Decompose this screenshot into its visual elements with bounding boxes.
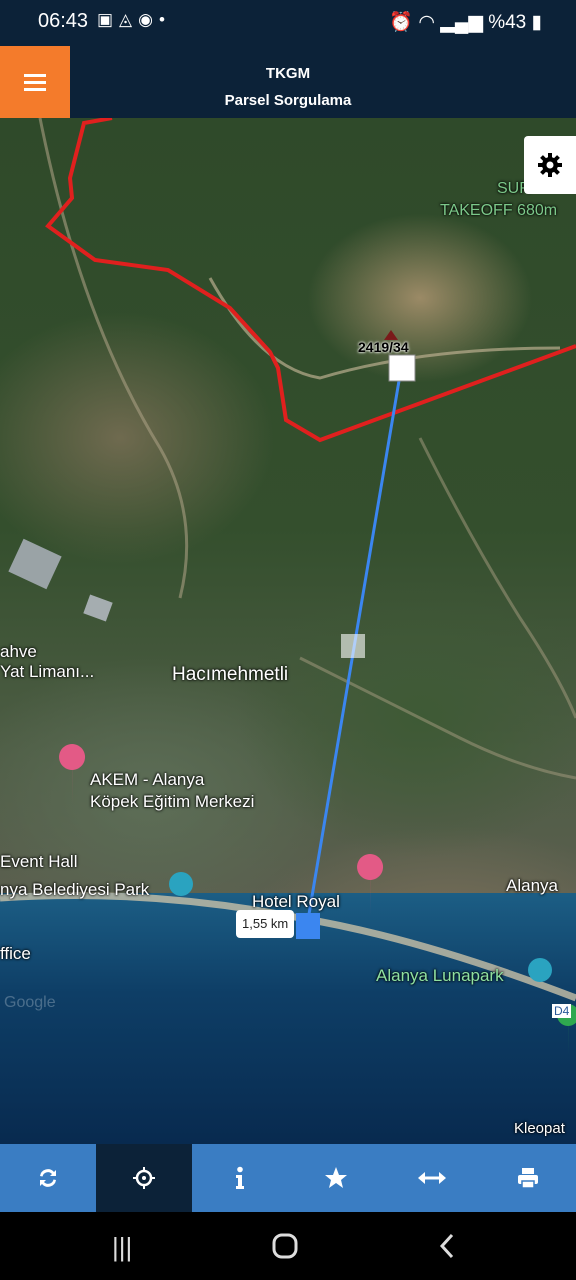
road [208, 277, 561, 380]
bottom-toolbar [0, 1144, 576, 1212]
map-label: Event Hall [0, 852, 78, 871]
road-sign: D4 [552, 1004, 572, 1018]
map-attribution: Google [4, 994, 56, 1011]
map-label: ahve [0, 642, 37, 661]
wifi-icon: ◠ [418, 12, 435, 33]
lunapark-map-pin [528, 958, 552, 982]
info-button[interactable] [192, 1144, 288, 1212]
building [8, 538, 62, 590]
map-label: Kleopat [514, 1120, 565, 1137]
status-right: ⏰ ◠ ▂▄▆ %43 ▮ [389, 10, 542, 34]
refresh-button[interactable] [0, 1144, 96, 1212]
home-icon [272, 1233, 298, 1259]
home-button[interactable] [271, 1232, 299, 1267]
road [38, 118, 189, 599]
favorite-button[interactable] [288, 1144, 384, 1212]
printer-icon [518, 1168, 538, 1189]
park-map-pin [169, 872, 193, 896]
crosshair-icon [133, 1167, 155, 1189]
refresh-icon [40, 1169, 56, 1187]
parcel-number-label: 2419/34 [358, 339, 409, 355]
alarm-icon: ⏰ [389, 12, 414, 33]
map-label: nya Belediyesi Park [0, 880, 150, 899]
app-title: TKGM [265, 65, 311, 82]
star-icon [325, 1167, 347, 1188]
status-bar: 06:43 ▣◬◉• ⏰ ◠ ▂▄▆ %43 ▮ [0, 0, 576, 46]
distance-label: 1,55 km [236, 910, 295, 938]
back-icon [439, 1233, 454, 1259]
recent-apps-button[interactable]: ||| [112, 1232, 132, 1263]
battery-percent: %43 [488, 12, 527, 33]
settings-button[interactable] [524, 136, 576, 194]
building [83, 594, 113, 622]
map-label: Köpek Eğitim Merkezi [90, 792, 255, 811]
notification-icons: ▣◬◉• [97, 10, 171, 29]
app-header: TKGM Parsel Sorgulama [0, 46, 576, 118]
system-nav-bar: ||| [0, 1212, 576, 1280]
measure-button[interactable] [384, 1144, 480, 1212]
akem-map-pin [59, 744, 86, 806]
arrows-horizontal-icon [418, 1172, 446, 1184]
hotel-map-pin [357, 854, 384, 918]
road [418, 437, 576, 719]
satellite-map[interactable]: SUR TAKEOFF 680m ahve Yat Limanı... Hacı… [0, 118, 576, 1144]
map-label: Yat Limanı... [0, 662, 95, 681]
map-label: ffice [0, 944, 31, 963]
back-button[interactable] [438, 1232, 456, 1267]
measure-start-handle [388, 354, 416, 382]
app-subtitle: Parsel Sorgulama [224, 92, 352, 109]
map-label: AKEM - Alanya [90, 770, 205, 789]
measure-midpoint [341, 634, 365, 658]
status-time: 06:43 [38, 10, 89, 32]
print-button[interactable] [480, 1144, 576, 1212]
gear-icon [538, 153, 562, 177]
measure-end-handle [296, 913, 320, 939]
map-overlay [0, 118, 576, 1058]
map-label: Alanya Lunapark [376, 966, 504, 985]
battery-icon: ▮ [531, 12, 542, 33]
map-label: Hotel Royal [252, 892, 340, 911]
info-icon [236, 1166, 244, 1189]
map-label: Alanya [506, 876, 558, 895]
map-label: Hacımehmetli [172, 664, 289, 685]
map-label: TAKEOFF 680m [440, 202, 558, 219]
signal-icon: ▂▄▆ [440, 12, 483, 33]
locate-button[interactable] [96, 1144, 192, 1212]
